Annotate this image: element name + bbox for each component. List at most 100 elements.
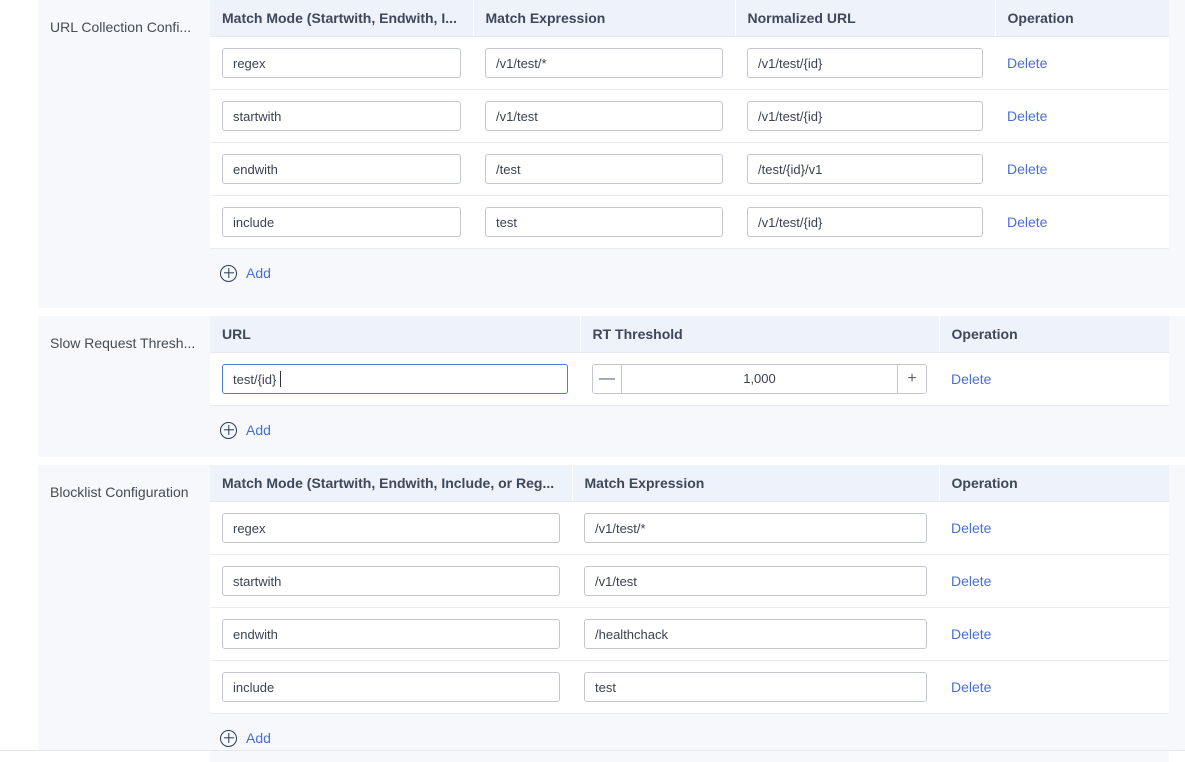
- normalized-url-input[interactable]: [747, 154, 983, 184]
- match-mode-input[interactable]: [222, 101, 461, 131]
- cell-rt-threshold: — 1,000 +: [580, 352, 939, 406]
- cell-operation: Delete: [939, 352, 1169, 406]
- cell-match-mode: [210, 554, 572, 608]
- cell-match-expression: [473, 36, 735, 90]
- delete-link[interactable]: Delete: [951, 520, 991, 536]
- delete-link[interactable]: Delete: [1007, 108, 1047, 124]
- cell-operation: Delete: [939, 501, 1169, 555]
- match-expression-input[interactable]: [584, 513, 927, 543]
- cell-match-mode: [210, 142, 473, 196]
- plus-circle-icon: [220, 729, 237, 747]
- rt-threshold-stepper[interactable]: — 1,000 +: [592, 364, 927, 394]
- match-mode-input[interactable]: [222, 672, 560, 702]
- normalized-url-input[interactable]: [747, 101, 983, 131]
- table-row: Delete: [210, 501, 1169, 555]
- column-header-url: URL: [210, 316, 581, 353]
- cell-match-mode: [210, 89, 473, 143]
- match-expression-input[interactable]: [584, 566, 927, 596]
- table-header-row: Match Mode (Startwith, Endwith, I... Mat…: [210, 0, 1169, 37]
- delete-link[interactable]: Delete: [1007, 55, 1047, 71]
- blocklist-table-body: Delete Delete: [210, 501, 1169, 714]
- section-label-url-collection-config: URL Collection Confi...: [50, 19, 192, 35]
- configuration-page: URL Collection Confi... Match Mode (Star…: [0, 0, 1185, 762]
- cell-operation: Delete: [995, 195, 1169, 249]
- cell-normalized-url: [735, 195, 995, 249]
- cell-operation: Delete: [939, 607, 1169, 661]
- match-expression-input[interactable]: [584, 672, 927, 702]
- delete-link[interactable]: Delete: [1007, 214, 1047, 230]
- slow-request-table-header: URL RT Threshold Operation: [210, 316, 1169, 353]
- cell-match-expression: [572, 607, 939, 661]
- section-label-slow-request-threshold: Slow Request Thresh...: [50, 335, 196, 351]
- cell-operation: Delete: [939, 660, 1169, 714]
- url-input-wrapper: [222, 364, 568, 394]
- cell-match-mode: [210, 501, 572, 555]
- rt-threshold-value[interactable]: 1,000: [622, 365, 897, 393]
- table-row: Delete: [210, 89, 1169, 143]
- table-row: — 1,000 + Delete: [210, 352, 1169, 406]
- match-expression-input[interactable]: [485, 101, 723, 131]
- url-collection-table-header: Match Mode (Startwith, Endwith, I... Mat…: [210, 0, 1169, 37]
- cell-match-expression: [473, 89, 735, 143]
- add-label[interactable]: Add: [246, 730, 271, 746]
- cell-match-mode: [210, 660, 572, 714]
- cell-match-mode: [210, 607, 572, 661]
- slow-request-table-body: — 1,000 + Delete: [210, 352, 1169, 406]
- cell-url: [210, 352, 580, 406]
- cell-match-expression: [572, 501, 939, 555]
- table-row: Delete: [210, 142, 1169, 196]
- match-mode-input[interactable]: [222, 619, 560, 649]
- add-label[interactable]: Add: [246, 422, 271, 438]
- decrement-button[interactable]: —: [593, 365, 622, 393]
- match-mode-input[interactable]: [222, 48, 461, 78]
- section-label-blocklist-configuration: Blocklist Configuration: [50, 484, 189, 500]
- cell-match-expression: [473, 195, 735, 249]
- increment-button[interactable]: +: [897, 365, 926, 393]
- url-input[interactable]: [222, 364, 568, 394]
- match-expression-input[interactable]: [584, 619, 927, 649]
- cell-normalized-url: [735, 89, 995, 143]
- section-blocklist-configuration: Blocklist Configuration Match Mode (Star…: [38, 465, 1185, 762]
- plus-circle-icon: [220, 264, 237, 282]
- section-body-url-collection-config: Match Mode (Startwith, Endwith, I... Mat…: [210, 0, 1169, 308]
- table-header-row: URL RT Threshold Operation: [210, 316, 1169, 353]
- add-row-url-collection[interactable]: Add: [210, 249, 1169, 297]
- table-row: Delete: [210, 195, 1169, 249]
- cell-normalized-url: [735, 36, 995, 90]
- cell-operation: Delete: [995, 89, 1169, 143]
- match-mode-input[interactable]: [222, 207, 461, 237]
- delete-link[interactable]: Delete: [951, 371, 991, 387]
- section-url-collection-config: URL Collection Confi... Match Mode (Star…: [38, 0, 1185, 308]
- match-mode-input[interactable]: [222, 513, 560, 543]
- table-header-row: Match Mode (Startwith, Endwith, Include,…: [210, 465, 1169, 502]
- add-row-blocklist[interactable]: Add: [210, 714, 1169, 762]
- cell-match-expression: [572, 554, 939, 608]
- cell-operation: Delete: [995, 142, 1169, 196]
- match-mode-input[interactable]: [222, 154, 461, 184]
- column-header-match-mode: Match Mode (Startwith, Endwith, Include,…: [210, 465, 573, 502]
- column-header-operation: Operation: [995, 0, 1169, 37]
- table-row: Delete: [210, 660, 1169, 714]
- table-row: Delete: [210, 607, 1169, 661]
- url-collection-table: Match Mode (Startwith, Endwith, I... Mat…: [210, 0, 1169, 249]
- delete-link[interactable]: Delete: [1007, 161, 1047, 177]
- cell-normalized-url: [735, 142, 995, 196]
- add-label[interactable]: Add: [246, 265, 271, 281]
- column-header-rt-threshold: RT Threshold: [580, 316, 940, 353]
- section-body-blocklist-configuration: Match Mode (Startwith, Endwith, Include,…: [210, 465, 1169, 762]
- normalized-url-input[interactable]: [747, 48, 983, 78]
- delete-link[interactable]: Delete: [951, 679, 991, 695]
- match-expression-input[interactable]: [485, 48, 723, 78]
- cell-match-expression: [473, 142, 735, 196]
- normalized-url-input[interactable]: [747, 207, 983, 237]
- delete-link[interactable]: Delete: [951, 626, 991, 642]
- cell-operation: Delete: [939, 554, 1169, 608]
- match-expression-input[interactable]: [485, 154, 723, 184]
- delete-link[interactable]: Delete: [951, 573, 991, 589]
- table-row: Delete: [210, 554, 1169, 608]
- add-row-slow-request[interactable]: Add: [210, 406, 1169, 454]
- match-mode-input[interactable]: [222, 566, 560, 596]
- slow-request-threshold-table: URL RT Threshold Operation test/{id} — 1…: [210, 316, 1169, 406]
- blocklist-table: Match Mode (Startwith, Endwith, Include,…: [210, 465, 1169, 714]
- match-expression-input[interactable]: [485, 207, 723, 237]
